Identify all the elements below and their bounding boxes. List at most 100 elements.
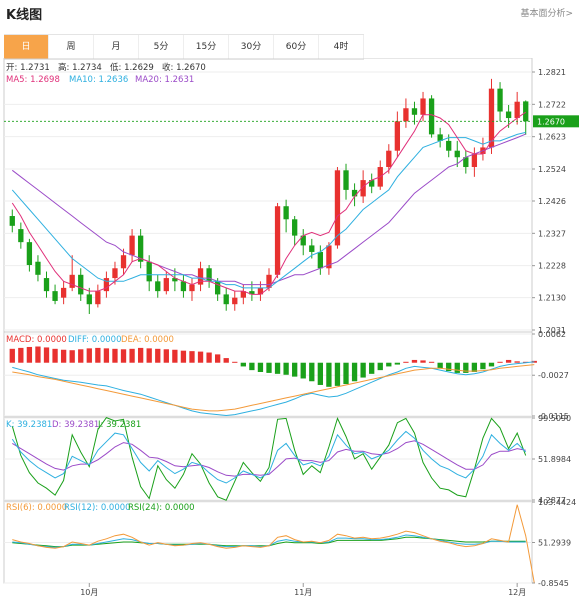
- macd-bar: [369, 362, 375, 374]
- candle-body: [403, 108, 409, 122]
- macd-bar: [215, 354, 221, 363]
- candle-body: [155, 281, 161, 292]
- price-tick-label: 1.2426: [538, 197, 566, 206]
- candle-body: [112, 268, 118, 279]
- macd-bar: [274, 362, 281, 374]
- macd-bar: [334, 362, 341, 386]
- macd-bar: [437, 362, 443, 369]
- macd-bar: [163, 349, 169, 363]
- candle-body: [292, 219, 298, 236]
- macd-bar: [428, 361, 435, 363]
- close-value: 收: 1.2670: [162, 62, 206, 73]
- page-title: K线图: [6, 8, 43, 23]
- candle-body: [386, 150, 392, 168]
- macd-tick-label: 0.0062: [538, 330, 566, 339]
- macd-bar: [9, 348, 15, 363]
- price-tick-label: 1.2228: [538, 262, 566, 271]
- macd-bar: [206, 352, 212, 363]
- macd-tick-label: -0.0027: [538, 371, 569, 380]
- tab-3[interactable]: 5分: [139, 35, 184, 59]
- candle-body: [95, 291, 101, 305]
- tab-0[interactable]: 日: [4, 35, 49, 59]
- macd-bar: [394, 362, 401, 365]
- basic-analysis-link[interactable]: 基本面分析>: [520, 6, 573, 19]
- x-tick-label: 12月: [508, 588, 526, 597]
- macd-bar: [411, 359, 418, 363]
- tab-6[interactable]: 60分: [274, 35, 319, 59]
- macd-bar: [180, 350, 187, 363]
- macd-legend: MACD: 0.0000: [6, 335, 67, 345]
- tab-1[interactable]: 周: [49, 35, 94, 59]
- candle-body: [52, 291, 58, 301]
- x-tick-label: 10月: [80, 588, 98, 597]
- macd-bar: [52, 348, 58, 363]
- j-legend: J: 39.2381: [97, 420, 141, 430]
- tab-4[interactable]: 15分: [184, 35, 229, 59]
- macd-bar: [488, 362, 495, 367]
- macd-bar: [317, 362, 323, 385]
- ma20-legend: MA20: 1.2631: [135, 75, 194, 85]
- macd-bar: [43, 347, 50, 363]
- candle-body: [69, 274, 75, 288]
- candle-body: [309, 245, 315, 252]
- candle-body: [394, 121, 401, 151]
- macd-bar: [480, 362, 486, 370]
- candle-body: [86, 294, 92, 305]
- macd-bar: [505, 359, 512, 363]
- rsi6-legend: RSI(6): 0.0000: [6, 503, 67, 513]
- macd-bar: [283, 362, 289, 375]
- macd-bar: [26, 346, 33, 363]
- candle-body: [514, 101, 520, 119]
- candle-body: [428, 98, 435, 135]
- candle-body: [215, 281, 221, 295]
- tab-5[interactable]: 30分: [229, 35, 274, 59]
- price-tick-label: 1.2821: [538, 68, 566, 77]
- candle-body: [180, 281, 187, 292]
- timeframe-tabs: 日周月 5分 15分 30分 60分 4时: [4, 34, 364, 60]
- kdj-tick-label: 51.8984: [538, 455, 571, 464]
- candle-body: [497, 88, 503, 112]
- price-tick-label: 1.2722: [538, 100, 566, 109]
- macd-bar: [514, 361, 520, 363]
- macd-bar: [129, 348, 135, 363]
- x-tick-label: 11月: [294, 588, 312, 597]
- high-value: 高: 1.2734: [58, 62, 102, 73]
- candle-body: [274, 206, 281, 275]
- rsi24-legend: RSI(24): 0.0000: [128, 503, 195, 513]
- macd-bar: [103, 348, 110, 363]
- candle-body: [283, 206, 289, 220]
- macd-bar: [292, 362, 298, 377]
- candle-body: [60, 287, 67, 298]
- candle-body: [18, 229, 24, 243]
- macd-bar: [35, 346, 41, 363]
- candle-body: [351, 189, 358, 197]
- candle-body: [189, 284, 195, 292]
- candle-body: [120, 255, 127, 269]
- tab-2[interactable]: 月: [94, 35, 139, 59]
- current-price-label: 1.2670: [537, 117, 565, 126]
- macd-bar: [454, 362, 460, 373]
- macd-bar: [326, 362, 332, 387]
- candle-body: [146, 261, 152, 282]
- macd-bar: [95, 347, 101, 363]
- macd-bar: [240, 362, 246, 367]
- k-legend: K: 39.2381: [6, 420, 52, 430]
- macd-bar: [257, 362, 264, 372]
- tab-7[interactable]: 4时: [319, 35, 364, 59]
- price-tick-label: 1.2623: [538, 133, 566, 142]
- macd-bar: [351, 362, 358, 382]
- price-tick-label: 1.2130: [538, 294, 566, 303]
- low-value: 低: 1.2629: [110, 62, 154, 73]
- macd-bar: [420, 360, 426, 363]
- price-tick-label: 1.2524: [538, 165, 566, 174]
- macd-bar: [112, 348, 118, 363]
- macd-bar: [223, 358, 229, 363]
- macd-bar: [60, 349, 67, 363]
- dea-legend: DEA: 0.0000: [121, 335, 174, 345]
- macd-bar: [78, 349, 84, 363]
- diff-legend: DIFF: 0.0000: [68, 335, 121, 345]
- macd-bar: [86, 348, 92, 363]
- candle-body: [505, 111, 512, 119]
- rsi-tick-label: 51.2939: [538, 539, 571, 548]
- candle-body: [343, 170, 349, 190]
